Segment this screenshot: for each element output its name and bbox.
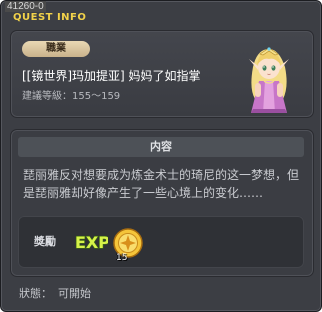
npc-portrait-icon — [249, 47, 289, 113]
exp-icon: EXP — [74, 232, 108, 252]
content-description: 琵丽雅反对想要成为炼金术士的琦尼的这一梦想，但是琵丽雅却好像产生了一些心境上的变… — [23, 168, 300, 200]
quest-summary-card: 職業 [[镜世界]玛加提亚] 妈妈了如指掌 建議等級：155～159 — [10, 30, 314, 118]
svg-text:EXP: EXP — [75, 233, 108, 252]
content-header: 内容 — [18, 137, 304, 157]
reward-box: 獎勵 EXP 15 — [18, 216, 304, 268]
reward-label: 獎勵 — [34, 235, 56, 248]
status-label: 狀態： — [19, 287, 52, 300]
quest-name: [[镜世界]玛加提亚] 妈妈了如指掌 — [22, 69, 201, 83]
quest-status: 狀態： 可開始 — [19, 287, 97, 300]
status-value: 可開始 — [58, 287, 91, 300]
medal-count: 15 — [116, 253, 128, 263]
quest-info-window: 41260-0 QUEST INFO 職業 [[镜世界]玛加提亚] 妈妈了如指掌… — [0, 0, 322, 312]
quest-id: 41260-0 — [5, 1, 46, 12]
quest-content-card: 内容 琵丽雅反对想要成为炼金术士的琦尼的这一梦想，但是琵丽雅却好像产生了一些心境… — [10, 129, 314, 277]
quest-level: 建議等級：155～159 — [22, 91, 121, 102]
window-title: QUEST INFO — [13, 12, 87, 23]
job-label: 職業 — [22, 41, 90, 57]
